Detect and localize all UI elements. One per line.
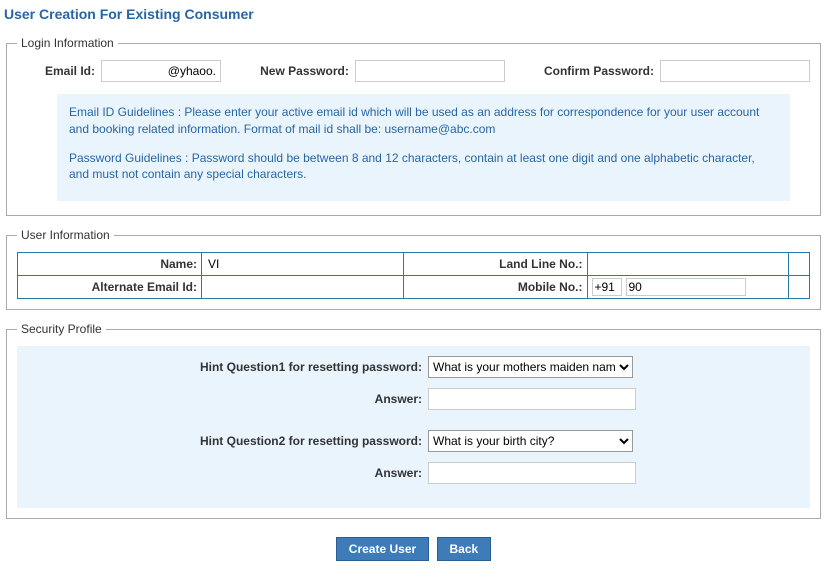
mobile-number-input[interactable] xyxy=(626,278,746,296)
new-password-label: New Password: xyxy=(260,64,349,78)
mobile-label: Mobile No.: xyxy=(403,276,587,299)
answer2-label: Answer: xyxy=(27,466,428,480)
name-label: Name: xyxy=(18,253,202,276)
email-label: Email Id: xyxy=(17,64,95,78)
name-input[interactable] xyxy=(206,255,399,273)
hint-q1-select[interactable]: What is your mothers maiden name xyxy=(428,356,633,378)
login-legend: Login Information xyxy=(17,36,118,50)
back-button[interactable]: Back xyxy=(437,537,492,561)
guidelines-box: Email ID Guidelines : Please enter your … xyxy=(57,94,790,201)
answer2-input[interactable] xyxy=(428,462,636,484)
confirm-password-input[interactable] xyxy=(660,60,810,82)
button-bar: Create User Back xyxy=(6,531,821,573)
alt-email-input[interactable] xyxy=(206,278,399,296)
answer1-label: Answer: xyxy=(27,392,428,406)
login-fieldset: Login Information Email Id: New Password… xyxy=(6,36,821,216)
new-password-input[interactable] xyxy=(355,60,505,82)
hint-q1-label: Hint Question1 for resetting password: xyxy=(27,360,428,374)
security-inner: Hint Question1 for resetting password: W… xyxy=(17,346,810,508)
email-input[interactable] xyxy=(101,60,221,82)
email-guidelines-text: Email ID Guidelines : Please enter your … xyxy=(69,104,778,138)
user-legend: User Information xyxy=(17,228,114,242)
landline-input[interactable] xyxy=(592,255,785,273)
create-user-button[interactable]: Create User xyxy=(336,537,429,561)
security-fieldset: Security Profile Hint Question1 for rese… xyxy=(6,322,821,519)
confirm-password-label: Confirm Password: xyxy=(544,64,654,78)
hint-q2-select[interactable]: What is your birth city? xyxy=(428,430,633,452)
answer1-input[interactable] xyxy=(428,388,636,410)
security-legend: Security Profile xyxy=(17,322,106,336)
login-row: Email Id: New Password: Confirm Password… xyxy=(17,60,810,88)
landline-label: Land Line No.: xyxy=(403,253,587,276)
table-row: Name: Land Line No.: xyxy=(18,253,810,276)
mobile-country-code-input[interactable] xyxy=(592,278,622,296)
alt-email-label: Alternate Email Id: xyxy=(18,276,202,299)
password-guidelines-text: Password Guidelines : Password should be… xyxy=(69,150,778,184)
page-title: User Creation For Existing Consumer xyxy=(0,0,827,36)
table-row: Alternate Email Id: Mobile No.: xyxy=(18,276,810,299)
user-info-table: Name: Land Line No.: Alternate Email Id:… xyxy=(17,252,810,299)
hint-q2-label: Hint Question2 for resetting password: xyxy=(27,434,428,448)
user-fieldset: User Information Name: Land Line No.: Al… xyxy=(6,228,821,310)
